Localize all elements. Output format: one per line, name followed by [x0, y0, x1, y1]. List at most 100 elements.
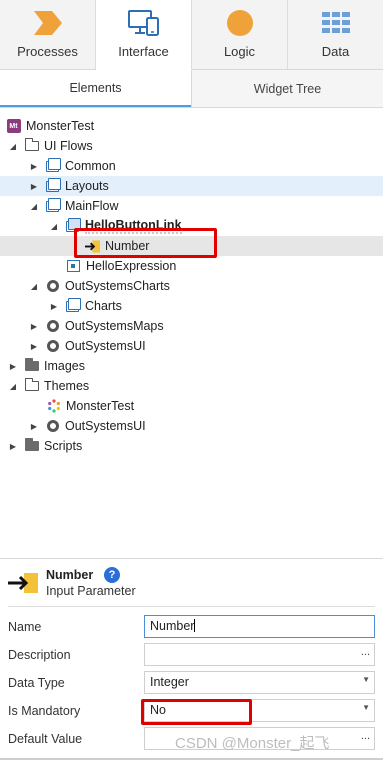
chevron-right-icon[interactable]: ▶ [8, 441, 18, 451]
flow-icon [65, 297, 81, 313]
properties-header: Number ? Input Parameter [0, 558, 383, 608]
tree-item-label: OutSystemsUI [65, 339, 146, 353]
tree-item-theme-outsystemsui[interactable]: ▶ OutSystemsUI [0, 416, 383, 436]
chevron-down-icon[interactable]: ◢ [29, 201, 39, 211]
property-label: Description [8, 648, 71, 662]
theme-icon [46, 399, 61, 413]
tree-item-helloexpression[interactable]: HelloExpression [0, 256, 383, 276]
tree-item-label: OutSystemsUI [65, 419, 146, 433]
property-subtitle: Input Parameter [46, 584, 136, 598]
tree-item-images[interactable]: ▶ Images [0, 356, 383, 376]
home-screen-icon [66, 259, 81, 273]
tree-item-label: Common [65, 159, 116, 173]
tree-item-charts[interactable]: ▶ Charts [0, 296, 383, 316]
tree-item-ui-flows[interactable]: ◢ UI Flows [0, 136, 383, 156]
tree-item-root[interactable]: Mt MonsterTest [0, 116, 383, 136]
module-reference-icon [45, 319, 60, 333]
chevron-down-icon[interactable]: ◢ [8, 141, 18, 151]
flow-icon [45, 177, 61, 193]
annotation-box-number [74, 228, 217, 258]
property-label: Data Type [8, 676, 65, 690]
tree-item-outsystemscharts[interactable]: ◢ OutSystemsCharts [0, 276, 383, 296]
flow-icon [45, 197, 61, 213]
help-icon[interactable]: ? [104, 567, 120, 583]
tree-item-mainflow[interactable]: ◢ MainFlow [0, 196, 383, 216]
tree-item-label: MainFlow [65, 199, 119, 213]
tree-item-label: OutSystemsCharts [65, 279, 170, 293]
tab-interface[interactable]: Interface [96, 0, 192, 70]
tree-item-label: UI Flows [44, 139, 93, 153]
input-parameter-icon [8, 573, 38, 593]
elements-tree: Mt MonsterTest ◢ UI Flows ▶ Common ▶ Lay… [0, 115, 383, 555]
tree-item-label: Images [44, 359, 85, 373]
chevron-right-icon[interactable]: ▶ [29, 341, 39, 351]
tree-item-label: Scripts [44, 439, 83, 453]
description-field[interactable]: ... [144, 643, 375, 666]
sub-tab-bar: Elements Widget Tree [0, 70, 383, 108]
chevron-right-icon[interactable]: ▶ [49, 301, 59, 311]
tree-item-common[interactable]: ▶ Common [0, 156, 383, 176]
tab-processes[interactable]: Processes [0, 0, 96, 69]
processes-icon [31, 8, 65, 38]
name-field[interactable]: Number [144, 615, 375, 638]
folder-open-icon [24, 378, 39, 393]
flow-icon [45, 157, 61, 173]
module-reference-icon [45, 279, 60, 293]
tree-item-layouts[interactable]: ▶ Layouts [0, 176, 383, 196]
chevron-down-icon[interactable]: ◢ [8, 381, 18, 391]
folder-icon [24, 438, 39, 453]
more-button[interactable]: ... [361, 646, 370, 658]
annotation-box-mandatory [141, 699, 252, 725]
tree-item-label: OutSystemsMaps [65, 319, 164, 333]
chevron-right-icon[interactable]: ▶ [29, 321, 39, 331]
tab-data-label: Data [321, 44, 350, 59]
module-reference-icon [45, 419, 60, 433]
tree-item-label: Charts [85, 299, 122, 313]
folder-icon [24, 358, 39, 373]
tree-item-label: MonsterTest [66, 399, 135, 413]
more-button[interactable]: ... [361, 730, 370, 742]
top-tab-bar: Processes Interface Logic Data [0, 0, 383, 70]
property-row-name: Name Number [0, 614, 383, 640]
chevron-right-icon[interactable]: ▶ [8, 361, 18, 371]
interface-icon [127, 8, 161, 38]
chevron-right-icon[interactable]: ▶ [29, 421, 39, 431]
datatype-select[interactable]: Integer ▼ [144, 671, 375, 694]
tree-item-label: HelloExpression [86, 259, 177, 273]
tree-item-outsystemsmaps[interactable]: ▶ OutSystemsMaps [0, 316, 383, 336]
chevron-right-icon[interactable]: ▶ [29, 161, 39, 171]
tab-elements[interactable]: Elements [0, 70, 191, 107]
folder-open-icon [24, 138, 39, 153]
property-label: Default Value [8, 732, 83, 746]
chevron-down-icon[interactable]: ◢ [49, 221, 59, 231]
property-label: Name [8, 620, 42, 634]
chevron-right-icon[interactable]: ▶ [29, 181, 39, 191]
tab-data[interactable]: Data [288, 0, 383, 69]
tab-processes-label: Processes [17, 44, 78, 59]
tree-item-label: MonsterTest [26, 119, 95, 133]
data-icon [319, 8, 353, 38]
property-label: Is Mandatory [8, 704, 81, 718]
logic-icon [223, 8, 257, 38]
module-reference-icon [45, 339, 60, 353]
tree-item-theme-monstertest[interactable]: MonsterTest [0, 396, 383, 416]
tab-interface-label: Interface [118, 44, 169, 59]
divider [8, 606, 375, 607]
divider [0, 758, 383, 760]
module-logo-icon: Mt [6, 119, 21, 133]
tab-logic-label: Logic [223, 44, 256, 59]
tab-logic[interactable]: Logic [192, 0, 288, 69]
chevron-down-icon: ▼ [362, 675, 370, 684]
chevron-down-icon: ▼ [362, 703, 370, 712]
tree-item-label: Themes [44, 379, 90, 393]
tree-item-label: Layouts [65, 179, 109, 193]
chevron-down-icon[interactable]: ◢ [29, 281, 39, 291]
tree-item-themes[interactable]: ◢ Themes [0, 376, 383, 396]
tab-widget-tree[interactable]: Widget Tree [191, 70, 383, 107]
property-row-datatype: Data Type Integer ▼ [0, 670, 383, 696]
tree-item-outsystemsui[interactable]: ▶ OutSystemsUI [0, 336, 383, 356]
watermark: CSDN @Monster_起飞 [175, 735, 330, 752]
property-row-description: Description ... [0, 642, 383, 668]
property-title: Number [46, 568, 94, 582]
tree-item-scripts[interactable]: ▶ Scripts [0, 436, 383, 456]
